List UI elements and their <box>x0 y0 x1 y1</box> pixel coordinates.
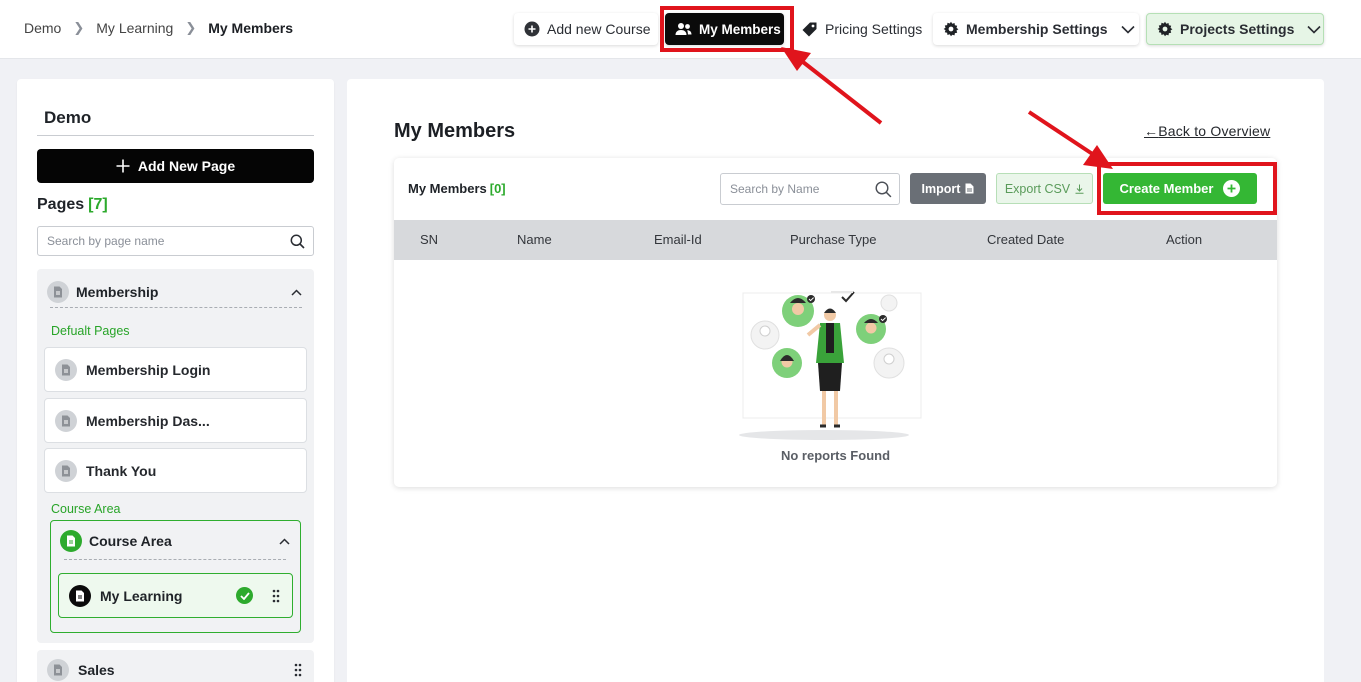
table-header: SN Name Email-Id Purchase Type Created D… <box>394 220 1277 260</box>
chevron-up-icon[interactable] <box>279 537 290 545</box>
add-new-course-button[interactable]: Add new Course <box>514 13 658 45</box>
members-count: [0] <box>489 181 506 196</box>
download-icon <box>1075 184 1084 194</box>
back-to-overview-label: Back to Overview <box>1158 123 1271 139</box>
add-new-course-label: Add new Course <box>547 21 651 37</box>
chevron-right-icon: ❯ <box>73 20 85 35</box>
page-icon <box>55 358 77 381</box>
membership-settings-dropdown[interactable]: Membership Settings <box>933 13 1139 45</box>
column-header-sn: SN <box>420 232 439 247</box>
column-header-action: Action <box>1166 232 1203 247</box>
check-circle-icon <box>236 587 253 604</box>
page-item-label: My Learning <box>100 587 183 604</box>
chevron-down-icon <box>1307 25 1321 34</box>
page-item-label: Membership Login <box>86 361 211 378</box>
divider <box>37 135 314 136</box>
highlight-box-create-member <box>1097 162 1277 215</box>
divider <box>50 307 302 308</box>
page-icon <box>60 530 82 552</box>
pricing-settings-button[interactable]: Pricing Settings <box>791 13 926 45</box>
course-area-group-label: Course Area <box>89 533 172 549</box>
gear-icon <box>1157 21 1173 37</box>
sales-group-header[interactable]: Sales <box>37 650 314 682</box>
add-new-page-label: Add New Page <box>137 158 236 174</box>
empty-state-message: No reports Found <box>780 448 891 463</box>
column-header-created-date: Created Date <box>987 232 1065 247</box>
column-header-email: Email-Id <box>654 232 702 247</box>
divider <box>64 559 286 560</box>
page-icon <box>55 459 77 482</box>
breadcrumb-item-my-learning[interactable]: My Learning <box>96 20 173 36</box>
page-icon <box>47 659 69 681</box>
page-title: My Members <box>394 120 516 142</box>
pricing-settings-label: Pricing Settings <box>825 21 923 37</box>
chevron-right-icon: ❯ <box>185 20 197 35</box>
pages-label: Pages <box>37 196 85 213</box>
page-icon <box>55 409 77 432</box>
highlight-box-my-members <box>660 6 794 52</box>
page-search-input[interactable] <box>47 234 267 248</box>
membership-group: Membership Defualt Pages Membership Logi… <box>37 269 314 643</box>
tag-icon <box>801 21 818 38</box>
page-item-thank-you[interactable]: Thank You <box>44 448 307 493</box>
drag-handle-icon[interactable] <box>272 589 280 603</box>
add-new-page-button[interactable]: Add New Page <box>37 149 314 183</box>
export-csv-button[interactable]: Export CSV <box>996 173 1093 204</box>
page-item-my-learning[interactable]: My Learning <box>58 573 293 618</box>
empty-state-illustration <box>724 273 924 443</box>
sidebar-title: Demo <box>44 108 92 127</box>
projects-settings-dropdown[interactable]: Projects Settings <box>1146 13 1324 45</box>
import-label: Import <box>921 181 961 196</box>
plus-circle-icon <box>524 21 540 37</box>
members-title-label: My Members <box>408 181 487 196</box>
column-header-name: Name <box>517 232 552 247</box>
default-pages-label: Defualt Pages <box>51 324 130 338</box>
membership-group-header[interactable]: Membership <box>47 277 302 307</box>
page-item-label: Membership Das... <box>86 412 210 429</box>
drag-handle-icon[interactable] <box>294 663 302 677</box>
member-search-field[interactable] <box>720 173 900 205</box>
search-icon[interactable] <box>875 180 892 198</box>
membership-group-label: Membership <box>76 284 159 300</box>
page-icon <box>69 584 91 607</box>
course-area-group: Course Area My Learning <box>50 520 301 633</box>
page-item-label: Thank You <box>86 462 157 479</box>
column-header-purchase-type: Purchase Type <box>790 232 877 247</box>
sales-group-label: Sales <box>78 662 115 678</box>
page-icon <box>47 281 69 303</box>
breadcrumb-item-demo[interactable]: Demo <box>24 20 61 36</box>
page-search-field[interactable] <box>37 226 314 256</box>
breadcrumb: Demo ❯ My Learning ❯ My Members <box>24 20 293 36</box>
member-search-input[interactable] <box>730 182 865 196</box>
projects-settings-label: Projects Settings <box>1180 21 1295 37</box>
course-area-label: Course Area <box>51 502 121 516</box>
chevron-up-icon[interactable] <box>291 288 302 296</box>
file-icon <box>965 183 974 194</box>
pages-heading: Pages [7] <box>37 196 108 214</box>
chevron-down-icon <box>1121 25 1135 34</box>
back-to-overview-link[interactable]: ←Back to Overview <box>1144 123 1270 139</box>
arrow-left-icon: ← <box>1144 123 1159 139</box>
plus-icon <box>116 159 130 173</box>
pages-sidebar: Demo Add New Page Pages[7] Membership De… <box>17 79 334 682</box>
import-button[interactable]: Import <box>910 173 986 204</box>
members-card-title: My Members [0] <box>408 181 506 196</box>
membership-settings-label: Membership Settings <box>966 21 1108 37</box>
search-icon[interactable] <box>290 234 305 249</box>
gear-icon <box>943 21 959 37</box>
pages-count: [7] <box>88 196 108 213</box>
export-csv-label: Export CSV <box>1004 181 1071 196</box>
page-item-membership-login[interactable]: Membership Login <box>44 347 307 392</box>
course-area-group-header[interactable]: Course Area <box>60 529 290 553</box>
breadcrumb-item-my-members: My Members <box>208 20 294 36</box>
page-item-membership-dashboard[interactable]: Membership Das... <box>44 398 307 443</box>
